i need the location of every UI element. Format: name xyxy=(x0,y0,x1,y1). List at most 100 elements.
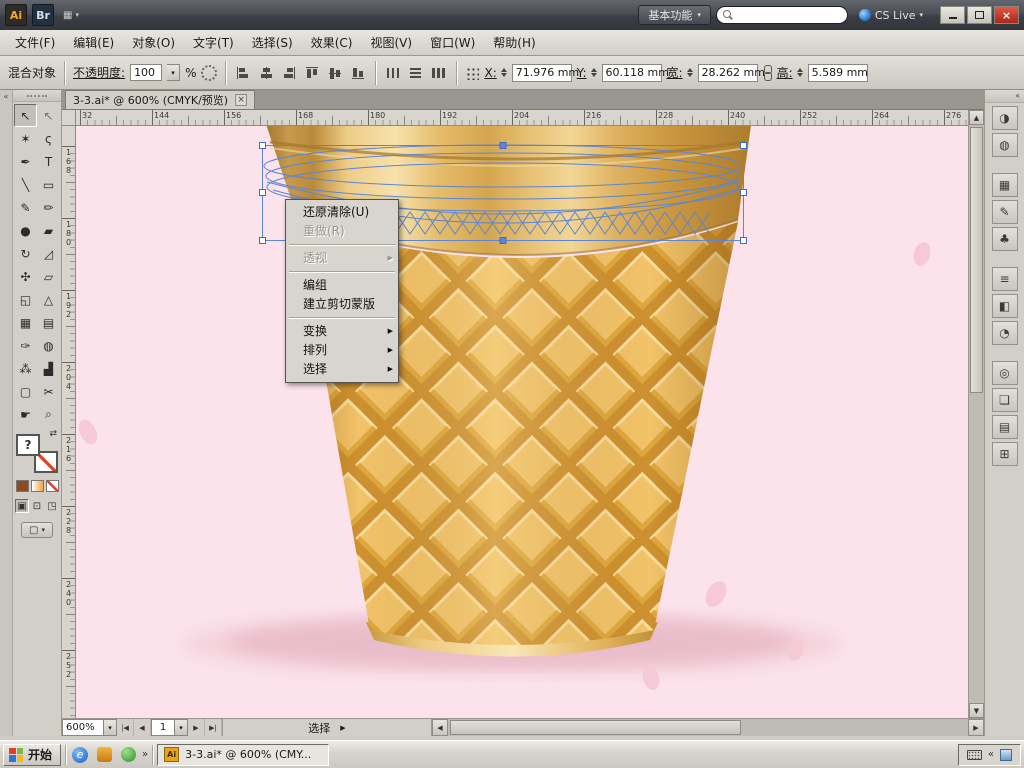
panel-icon-swatches[interactable]: ▦ xyxy=(992,173,1018,197)
close-button[interactable]: × xyxy=(994,6,1019,24)
none-button[interactable] xyxy=(46,480,59,492)
x-label[interactable]: X: xyxy=(484,66,496,80)
status-display[interactable]: 选择 ▶ xyxy=(222,719,432,736)
slice-tool[interactable]: ✂ xyxy=(37,380,60,403)
recolor-artwork-icon[interactable] xyxy=(201,65,217,81)
shape-builder-tool[interactable]: ◱ xyxy=(14,288,37,311)
next-artboard-button[interactable]: ▶ xyxy=(188,719,205,736)
paintbrush-tool[interactable]: ✎ xyxy=(14,196,37,219)
direct-selection-tool[interactable]: ↖ xyxy=(37,104,60,127)
align-horizontal-left-icon[interactable] xyxy=(235,66,251,80)
menu-edit[interactable]: 编辑(E) xyxy=(64,31,123,55)
align-horizontal-right-icon[interactable] xyxy=(281,66,297,80)
hscroll-left-arrow[interactable]: ◀ xyxy=(432,719,448,736)
column-graph-tool[interactable]: ▟ xyxy=(37,357,60,380)
vscroll-down-arrow[interactable]: ▼ xyxy=(969,703,984,718)
panel-icon-stroke[interactable]: ≡ xyxy=(992,267,1018,291)
menu-type[interactable]: 文字(T) xyxy=(184,31,243,55)
width-tool[interactable]: ✣ xyxy=(14,265,37,288)
constrain-proportions-icon[interactable] xyxy=(763,65,772,81)
align-vertical-top-icon[interactable] xyxy=(305,65,319,81)
vscroll-thumb[interactable] xyxy=(970,127,983,393)
fill-swatch[interactable]: ? xyxy=(16,434,40,456)
artboard-dropdown[interactable]: ▾ xyxy=(175,719,188,736)
reference-point-grid[interactable] xyxy=(465,66,479,80)
context-menu-item-undo-clear[interactable]: 还原清除(U) xyxy=(287,203,397,222)
panel-icon-gradient[interactable]: ◧ xyxy=(992,294,1018,318)
context-menu-item-transform[interactable]: 变换▶ xyxy=(287,322,397,341)
height-label[interactable]: 高: xyxy=(777,64,793,81)
menu-window[interactable]: 窗口(W) xyxy=(421,31,484,55)
prev-artboard-button[interactable]: ◀ xyxy=(134,719,151,736)
pen-tool[interactable]: ✒ xyxy=(14,150,37,173)
hscroll-thumb[interactable] xyxy=(450,720,741,735)
vscroll-up-arrow[interactable]: ▲ xyxy=(969,110,984,125)
first-artboard-button[interactable]: |◀ xyxy=(117,719,134,736)
width-stepper[interactable] xyxy=(685,64,696,82)
zoom-tool[interactable]: ⌕ xyxy=(37,403,60,426)
mesh-tool[interactable]: ▦ xyxy=(14,311,37,334)
menu-view[interactable]: 视图(V) xyxy=(361,31,421,55)
context-menu-item-group[interactable]: 编组 xyxy=(287,276,397,295)
gradient-button[interactable] xyxy=(31,480,44,492)
panel-icon-artboards[interactable]: ⊞ xyxy=(992,442,1018,466)
panel-icon-symbols[interactable]: ♣ xyxy=(992,227,1018,251)
vertical-scrollbar[interactable]: ▲ ▼ xyxy=(968,110,984,718)
tray-app-icon[interactable] xyxy=(1000,749,1012,761)
height-input[interactable]: 5.589 mm xyxy=(808,64,868,82)
context-menu-item-arrange[interactable]: 排列▶ xyxy=(287,341,397,360)
menu-effect[interactable]: 效果(C) xyxy=(302,31,362,55)
artboard-number-input[interactable]: 1 xyxy=(151,719,175,736)
panel-icon-color-guide[interactable]: ◍ xyxy=(992,133,1018,157)
quick-launch-browser[interactable]: e xyxy=(70,745,90,765)
canvas[interactable] xyxy=(76,126,968,718)
horizontal-scrollbar[interactable] xyxy=(448,719,968,736)
status-menu-arrow-icon[interactable]: ▶ xyxy=(340,724,345,732)
lasso-tool[interactable]: ς xyxy=(37,127,60,150)
quick-launch-item-3[interactable] xyxy=(118,745,138,765)
type-tool[interactable]: T xyxy=(37,150,60,173)
draw-behind-mode-button[interactable]: ⊡ xyxy=(30,499,44,513)
x-input[interactable]: 71.976 mm xyxy=(512,64,572,82)
free-transform-tool[interactable]: ▱ xyxy=(37,265,60,288)
hscroll-right-arrow[interactable]: ▶ xyxy=(968,719,984,736)
distribute-center-icon[interactable] xyxy=(408,66,424,80)
height-stepper[interactable] xyxy=(795,64,806,82)
align-vertical-center-icon[interactable] xyxy=(328,65,342,81)
x-stepper[interactable] xyxy=(499,64,510,82)
quick-launch-item-2[interactable] xyxy=(94,745,114,765)
symbol-sprayer-tool[interactable]: ⁂ xyxy=(14,357,37,380)
color-button[interactable] xyxy=(16,480,29,492)
perspective-grid-tool[interactable]: △ xyxy=(37,288,60,311)
opacity-dropdown[interactable]: ▾ xyxy=(167,64,180,81)
panel-icon-transparency[interactable]: ◔ xyxy=(992,321,1018,345)
workspace-switcher[interactable]: 基本功能▾ xyxy=(638,5,711,25)
gradient-tool[interactable]: ▤ xyxy=(37,311,60,334)
cs-live-button[interactable]: CS Live▾ xyxy=(853,9,929,22)
align-horizontal-center-icon[interactable] xyxy=(258,66,274,80)
last-artboard-button[interactable]: ▶| xyxy=(205,719,222,736)
distribute-left-icon[interactable] xyxy=(385,66,401,80)
y-label[interactable]: Y: xyxy=(577,66,587,80)
eyedropper-tool[interactable]: ✑ xyxy=(14,334,37,357)
restore-button[interactable] xyxy=(967,6,992,24)
vertical-ruler[interactable]: 168 180 192 204 216 228 240 252 xyxy=(62,126,76,718)
menu-object[interactable]: 对象(O) xyxy=(123,31,184,55)
swap-fill-stroke-icon[interactable]: ⇄ xyxy=(49,429,57,439)
start-button[interactable]: 开始 xyxy=(3,744,61,766)
menu-select[interactable]: 选择(S) xyxy=(243,31,302,55)
selection-tool[interactable]: ↖ xyxy=(14,104,37,127)
menu-file[interactable]: 文件(F) xyxy=(6,31,64,55)
quick-launch-expand-icon[interactable]: » xyxy=(142,749,148,760)
eraser-tool[interactable]: ▰ xyxy=(37,219,60,242)
width-input[interactable]: 28.262 mm xyxy=(698,64,758,82)
tab-close-icon[interactable]: × xyxy=(235,94,247,106)
panel-icon-layers[interactable]: ▤ xyxy=(992,415,1018,439)
left-panel-collapse-strip[interactable]: « xyxy=(0,90,13,736)
opacity-input[interactable]: 100 xyxy=(130,64,162,81)
line-segment-tool[interactable]: ╲ xyxy=(14,173,37,196)
arrange-documents-button[interactable]: ▦▾ xyxy=(59,8,83,23)
rotate-tool[interactable]: ↻ xyxy=(14,242,37,265)
pencil-tool[interactable]: ✏ xyxy=(37,196,60,219)
align-vertical-bottom-icon[interactable] xyxy=(351,65,365,81)
